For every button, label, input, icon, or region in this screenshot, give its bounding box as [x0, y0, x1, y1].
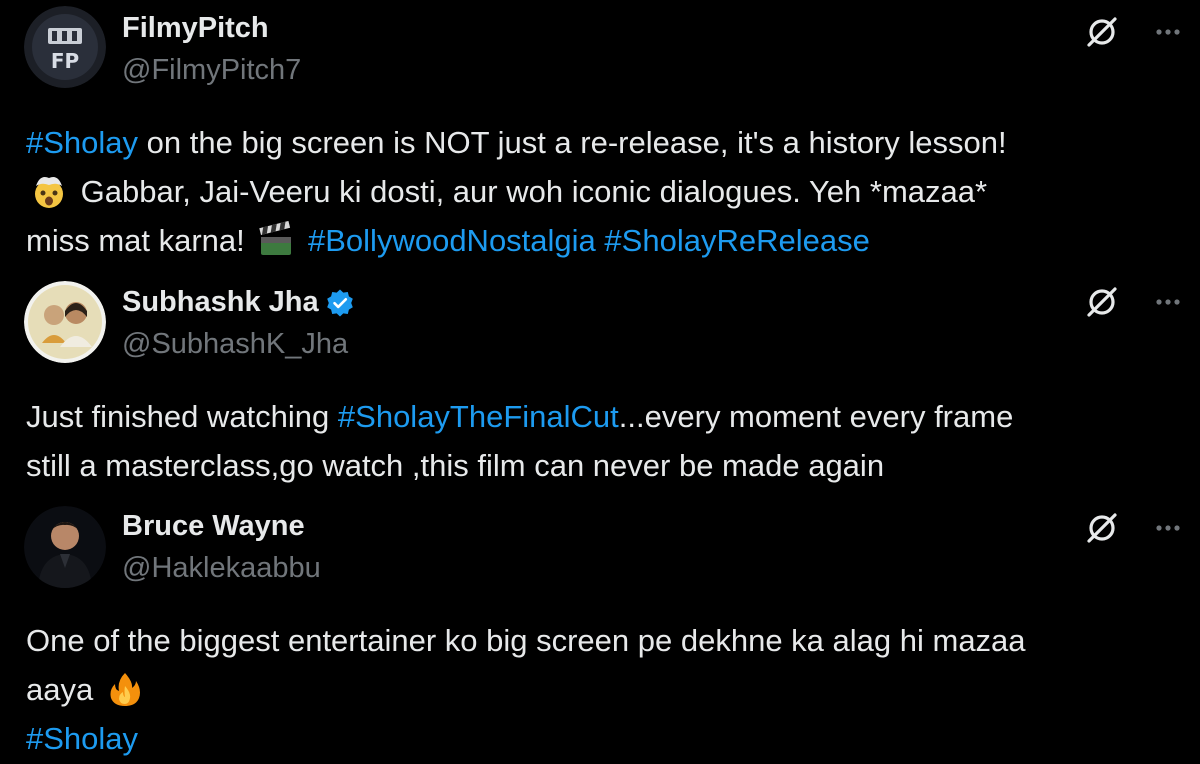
tweet-text: #Sholay on the big screen is NOT just a … [26, 118, 1160, 265]
user-handle[interactable]: @SubhashK_Jha [122, 328, 348, 361]
display-name-text: Bruce Wayne [122, 510, 305, 542]
display-name[interactable]: Subhashk Jha [122, 286, 355, 319]
fire-emoji-icon [110, 672, 140, 706]
hashtag-link[interactable]: #Sholay [26, 721, 138, 756]
tweet-text-part: aaya [26, 672, 102, 707]
tweet-text-part: One of the biggest entertainer ko big sc… [26, 623, 1026, 658]
clapper-board-emoji-icon [259, 220, 292, 255]
tweet-text-part: still a masterclass,go watch ,this film … [26, 448, 885, 483]
mind-blown-emoji-icon [35, 176, 63, 208]
more-dots-icon[interactable] [1150, 510, 1186, 546]
tweet-text-part: Gabbar, Jai-Veeru ki dosti, aur woh icon… [72, 174, 988, 209]
user-handle[interactable]: @FilmyPitch7 [122, 54, 301, 87]
tweet-text-part: miss mat karna! [26, 223, 254, 258]
avatar-logo-text: FP [51, 49, 79, 73]
display-name[interactable]: FilmyPitch [122, 12, 269, 45]
tweet-text-part: ...every moment every frame [618, 399, 1014, 434]
more-dots-icon[interactable] [1150, 284, 1186, 320]
display-name[interactable]: Bruce Wayne [122, 510, 305, 543]
hashtag-link[interactable]: #SholayTheFinalCut [338, 399, 619, 434]
display-name-text: Subhashk Jha [122, 286, 319, 318]
avatar[interactable] [24, 281, 106, 363]
grok-icon[interactable] [1084, 284, 1120, 320]
more-dots-icon[interactable] [1150, 14, 1186, 50]
grok-icon[interactable] [1084, 510, 1120, 546]
tweet-text: One of the biggest entertainer ko big sc… [26, 616, 1160, 763]
hashtag-link[interactable]: #Sholay [26, 125, 138, 160]
tweet-text-part: on the big screen is NOT just a re-relea… [138, 125, 1007, 160]
avatar[interactable]: FP [24, 6, 106, 88]
tweet-text-part: Just finished watching [26, 399, 338, 434]
display-name-text: FilmyPitch [122, 12, 269, 44]
user-handle[interactable]: @Haklekaabbu [122, 552, 321, 585]
grok-icon[interactable] [1084, 14, 1120, 50]
avatar[interactable] [24, 506, 106, 588]
hashtag-link[interactable]: #SholayReRelease [604, 223, 869, 258]
verified-badge-icon [326, 289, 353, 316]
hashtag-link[interactable]: #BollywoodNostalgia [308, 223, 596, 258]
tweet-text: Just finished watching #SholayTheFinalCu… [26, 392, 1160, 490]
